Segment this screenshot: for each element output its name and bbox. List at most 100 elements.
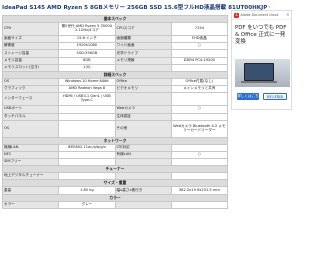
spec-key: USBポート	[1, 105, 60, 114]
spec-value: Office付属(なし)	[170, 77, 229, 87]
spec-value: ○	[170, 150, 229, 160]
laptop-icon	[244, 63, 274, 81]
section-header-basic: 基本スペック	[2, 15, 228, 23]
spec-value: 8GB	[58, 56, 116, 65]
section-title: 詳細スペック	[2, 70, 228, 79]
spec-value: 1920x1080	[58, 42, 116, 51]
advertisement[interactable]: A Adobe Document Cloud ✕ PDF をいつでも PDF &…	[231, 10, 292, 110]
spec-key: 地上デジタルチューナー	[1, 172, 60, 181]
spec-key: グラフィック	[1, 85, 60, 94]
spec-value	[58, 158, 116, 167]
spec-key: メモリスロット(空き)	[1, 63, 60, 72]
spec-row: タッチパネル 生体認証	[1, 112, 229, 121]
section-title: チューナー	[2, 165, 228, 174]
section-title: 基本スペック	[2, 15, 228, 23]
spec-row: カラー グレー	[1, 200, 229, 209]
spec-key: 有線LAN	[114, 150, 172, 160]
spec-row: 画面サイズ 15.6 インチ 画面種類 FHD液晶	[1, 34, 229, 44]
spec-key: Webカメラ	[114, 105, 172, 114]
spec-key: インターフェース	[1, 92, 60, 107]
spec-value: 1(0)	[58, 63, 116, 72]
spec-key: 解像度	[1, 42, 60, 51]
ad-secondary-button[interactable]: 無料体験版	[263, 93, 287, 100]
section-header-detail: 詳細スペック	[2, 70, 228, 79]
ad-close-icon[interactable]: ✕	[286, 12, 289, 17]
spec-value: HDMI / USB3.1 Gen1 / USB Type-C	[58, 92, 116, 107]
spec-key: CPU	[1, 22, 60, 36]
section-header-network: ネットワーク	[2, 136, 228, 145]
ad-brand: Adobe Document Cloud	[240, 13, 279, 17]
page-title: IdeaPad S145 AMD Ryzen 5 8GBメモリー 256GB S…	[2, 5, 270, 11]
spec-value: FHD液晶	[170, 34, 229, 44]
spec-value: 1.85 kg	[58, 186, 116, 195]
spec-value: IEEE802.11ac/a/b/g/n	[58, 143, 116, 152]
spec-key: ワイド画面	[114, 42, 172, 51]
adobe-logo-icon: A	[234, 12, 239, 18]
spec-value	[170, 92, 229, 107]
spec-key: タッチパネル	[1, 112, 60, 121]
spec-key: カラー	[1, 200, 60, 209]
spec-value	[58, 119, 116, 138]
spec-row: 無線LAN IEEE802.11ac/a/b/g/n LTE対応	[1, 143, 229, 152]
spec-row: インターフェース HDMI / USB3.1 Gen1 / USB Type-C	[1, 92, 229, 107]
spec-row: メモリスロット(空き) 1(0)	[1, 63, 229, 72]
spec-key: Office	[114, 77, 172, 87]
spec-value	[58, 112, 116, 121]
spec-value: 362.2x19.9x251.5 mm	[170, 186, 229, 195]
spec-key	[114, 172, 172, 181]
spec-key: OS	[1, 119, 60, 138]
spec-value: 第2世代 AMD Ryzen 5 3500U 2.1GHz/4コア	[58, 22, 116, 36]
spec-row: OS その他 Webカメラ Bluetooth 4.2 メモリーカードリーダー	[1, 119, 229, 138]
section-title: サイズ・重量	[2, 179, 228, 188]
spec-key: OS	[1, 77, 60, 87]
ad-header: A Adobe Document Cloud	[232, 11, 291, 20]
spec-value: Webカメラ Bluetooth 4.2 メモリーカードリーダー	[170, 119, 229, 138]
spec-row: グラフィック AMD Radeon Vega 8 ビデオメモリ メインメモリと共有	[1, 85, 229, 94]
spec-value: メインメモリと共有	[170, 85, 229, 94]
spec-value	[170, 63, 229, 72]
spec-value: SSD:256GB	[58, 49, 116, 58]
section-header-tuner: チューナー	[2, 165, 228, 174]
spec-key: メモリ規格	[114, 56, 172, 65]
spec-key: SIMフリー	[1, 158, 60, 167]
spec-key: 幅x高さx奥行き	[114, 186, 172, 195]
spec-value: 15.6 インチ	[58, 34, 116, 44]
section-title: カラー	[2, 193, 228, 202]
spec-row: メモリ容量 8GB メモリ規格 DDR4 PC4-19200	[1, 56, 229, 65]
spec-key	[114, 63, 172, 72]
spec-key	[114, 200, 172, 209]
laptop-base	[241, 81, 277, 83]
spec-key: 画面サイズ	[1, 34, 60, 44]
spec-key: 光学ドライブ	[114, 49, 172, 58]
spec-value: Windows 10 Home 64bit	[58, 77, 116, 87]
spec-value	[170, 112, 229, 121]
spec-value	[170, 49, 229, 58]
spec-value	[170, 143, 229, 152]
spec-table-container: 基本スペック CPU 第2世代 AMD Ryzen 5 3500U 2.1GHz/4…	[1, 15, 229, 209]
spec-key: ビデオメモリ	[114, 85, 172, 94]
spec-key: ストレージ容量	[1, 49, 60, 58]
spec-value	[170, 200, 229, 209]
spec-value	[170, 158, 229, 167]
ad-text: PDF をいつでも PDF & Office 正式に一発変換	[235, 25, 287, 45]
spec-row: 地上デジタルチューナー	[1, 172, 229, 181]
ad-cta-button[interactable]: 詳しくはこちら	[237, 93, 259, 105]
spec-key: NFC	[1, 150, 60, 160]
spec-value: グレー	[58, 200, 116, 209]
spec-key: 無線LAN	[1, 143, 60, 152]
spec-value	[58, 172, 116, 181]
spec-key: メモリ容量	[1, 56, 60, 65]
section-header-size: サイズ・重量	[2, 179, 228, 188]
spec-key: その他	[114, 119, 172, 138]
spec-value: 7154	[170, 22, 229, 36]
spec-key	[114, 92, 172, 107]
spec-value: ○	[170, 42, 229, 51]
spec-key: CPUスコア	[114, 22, 172, 36]
spec-table: 基本スペック CPU 第2世代 AMD Ryzen 5 3500U 2.1GHz/4…	[1, 15, 229, 209]
spec-row: CPU 第2世代 AMD Ryzen 5 3500U 2.1GHz/4コア CPUス…	[1, 22, 229, 36]
section-title: ネットワーク	[2, 136, 228, 145]
spec-row: 解像度 1920x1080 ワイド画面 ○	[1, 42, 229, 51]
spec-row: 重量 1.85 kg 幅x高さx奥行き 362.2x19.9x251.5 mm	[1, 186, 229, 195]
spec-row: NFC 有線LAN ○	[1, 150, 229, 160]
spec-row: OS Windows 10 Home 64bit Office Office付属(なし…	[1, 77, 229, 87]
